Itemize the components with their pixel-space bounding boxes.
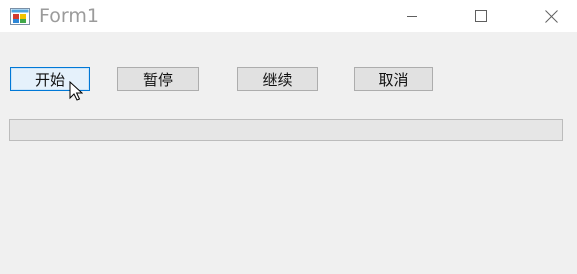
pause-button[interactable]: 暂停 bbox=[117, 67, 199, 91]
maximize-icon bbox=[475, 10, 487, 22]
form1-window: Form1 开始 暂停 继续 取消 bbox=[0, 0, 577, 274]
close-button[interactable] bbox=[528, 0, 574, 32]
form-client-area: 开始 暂停 继续 取消 bbox=[0, 32, 577, 274]
cancel-button[interactable]: 取消 bbox=[354, 67, 433, 91]
minimize-icon bbox=[407, 16, 417, 17]
progress-bar bbox=[9, 119, 563, 141]
windows-form-icon bbox=[10, 8, 30, 25]
title-bar[interactable]: Form1 bbox=[0, 0, 577, 32]
continue-button[interactable]: 继续 bbox=[237, 67, 318, 91]
minimize-button[interactable] bbox=[389, 0, 435, 32]
close-icon bbox=[544, 9, 558, 23]
maximize-button[interactable] bbox=[458, 0, 504, 32]
window-title: Form1 bbox=[39, 5, 99, 27]
mouse-pointer-icon bbox=[69, 81, 83, 101]
